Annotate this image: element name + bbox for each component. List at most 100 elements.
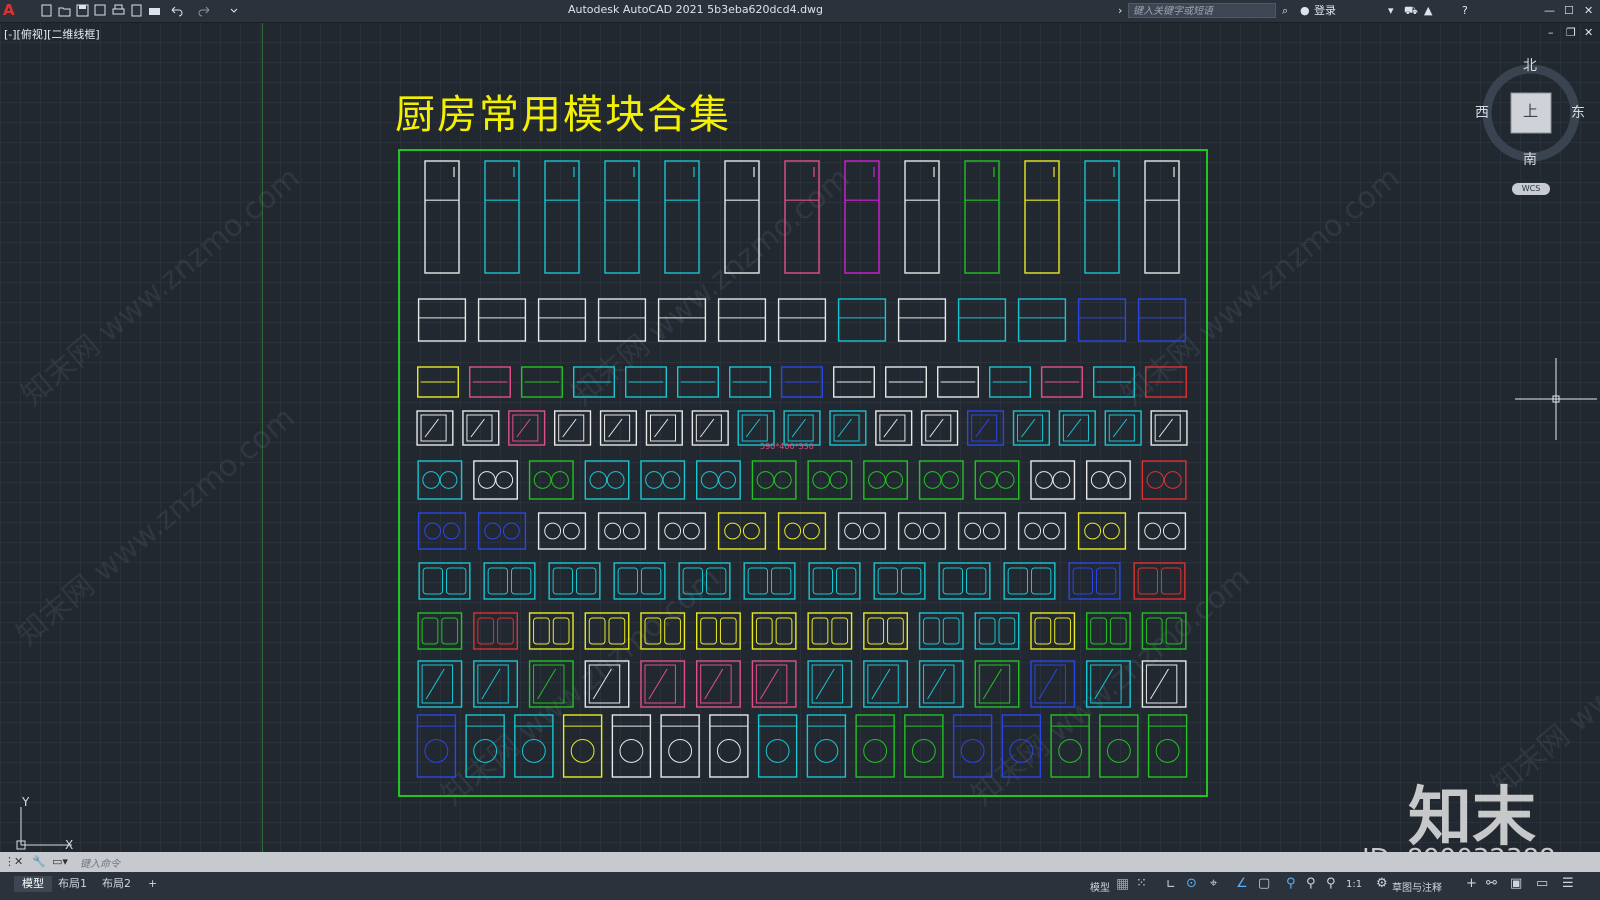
oven-block[interactable]	[696, 660, 741, 708]
range-hood-block[interactable]	[957, 298, 1007, 342]
refrigerator-block[interactable]	[844, 160, 880, 274]
microwave-block[interactable]	[875, 410, 913, 446]
customization-icon[interactable]: ☰	[1562, 876, 1574, 891]
annotation-scale-icon[interactable]: ⚲	[1326, 876, 1336, 891]
sink-2-block[interactable]	[751, 612, 797, 650]
cooktop-2-block[interactable]	[1137, 512, 1187, 550]
sink-block[interactable]	[613, 562, 666, 600]
refrigerator-block[interactable]	[664, 160, 700, 274]
command-line[interactable]: ⋮ ✕ 🔧 ▭▾ 键入命令	[0, 852, 1600, 872]
sink-2-block[interactable]	[1030, 612, 1076, 650]
refrigerator-block[interactable]	[784, 160, 820, 274]
login-button[interactable]: 登录	[1314, 4, 1336, 18]
otrack-icon[interactable]: ∠	[1236, 876, 1248, 891]
appliance-small-block[interactable]	[1145, 366, 1187, 398]
appliance-small-block[interactable]	[937, 366, 979, 398]
washer-block[interactable]	[904, 714, 944, 778]
cooktop-2-block[interactable]	[837, 512, 887, 550]
isolate-icon[interactable]: ⚯	[1486, 876, 1497, 891]
range-hood-block[interactable]	[777, 298, 827, 342]
washer-block[interactable]	[660, 714, 700, 778]
polar-icon[interactable]: ⊙	[1186, 876, 1197, 891]
sink-block[interactable]	[1003, 562, 1056, 600]
wcs-menu[interactable]: WCS	[1512, 183, 1550, 195]
viewport-controls-label[interactable]: [-][俯视][二维线框]	[4, 26, 100, 42]
minimize-icon[interactable]: —	[1544, 4, 1555, 18]
sink-2-block[interactable]	[1141, 612, 1187, 650]
appliance-small-block[interactable]	[573, 366, 615, 398]
appliance-small-block[interactable]	[417, 366, 459, 398]
viewport-minimize-icon[interactable]: –	[1548, 26, 1554, 40]
viewport-restore-icon[interactable]: ❐	[1566, 26, 1576, 40]
range-hood-block[interactable]	[1017, 298, 1067, 342]
washer-block[interactable]	[855, 714, 895, 778]
microwave-block[interactable]	[966, 410, 1005, 446]
cooktop-block[interactable]	[918, 460, 964, 500]
range-hood-block[interactable]	[1077, 298, 1127, 342]
cooktop-block[interactable]	[1030, 460, 1076, 500]
plot-icon[interactable]	[148, 4, 161, 17]
cooktop-2-block[interactable]	[1017, 512, 1067, 550]
command-input[interactable]: 键入命令	[80, 855, 120, 870]
cooktop-2-block[interactable]	[957, 512, 1007, 550]
range-hood-block[interactable]	[717, 298, 767, 342]
lineweight-icon[interactable]: ▢	[1258, 876, 1270, 891]
microwave-block[interactable]	[508, 410, 546, 446]
sink-2-block[interactable]	[417, 612, 463, 650]
cooktop-block[interactable]	[640, 460, 686, 500]
washer-block[interactable]	[806, 714, 847, 778]
recent-commands-icon[interactable]: ▭▾	[52, 855, 68, 868]
oven-block[interactable]	[863, 660, 909, 708]
microwave-block[interactable]	[1104, 410, 1142, 446]
range-hood-block[interactable]	[1137, 298, 1187, 342]
refrigerator-block[interactable]	[1084, 160, 1120, 274]
cooktop-2-block[interactable]	[897, 512, 947, 550]
sink-2-block[interactable]	[696, 612, 741, 650]
sink-block[interactable]	[483, 562, 536, 600]
washer-block[interactable]	[709, 714, 749, 778]
sink-block[interactable]	[548, 562, 601, 600]
appliance-small-block[interactable]	[729, 366, 771, 398]
sink-block[interactable]	[873, 562, 926, 600]
range-hood-block[interactable]	[657, 298, 707, 342]
help-icon[interactable]: ?	[1462, 4, 1468, 18]
snap-icon[interactable]: ⁙	[1136, 876, 1147, 891]
sink-block[interactable]	[418, 562, 471, 600]
oven-block[interactable]	[1086, 660, 1131, 708]
cooktop-2-block[interactable]	[1077, 512, 1127, 550]
oven-block[interactable]	[918, 660, 964, 708]
compass-east[interactable]: 东	[1571, 102, 1585, 122]
microwave-block[interactable]	[645, 410, 683, 446]
sink-block[interactable]	[743, 562, 796, 600]
workspace-gear-icon[interactable]: ⚙	[1376, 876, 1388, 891]
osnap-icon[interactable]: ⌖	[1210, 876, 1217, 891]
appliance-small-block[interactable]	[469, 366, 511, 398]
cooktop-block[interactable]	[974, 460, 1020, 500]
microwave-block[interactable]	[1150, 410, 1188, 446]
oven-block[interactable]	[473, 660, 518, 708]
cart-icon[interactable]: ⛟	[1404, 4, 1418, 18]
microwave-block[interactable]	[1012, 410, 1051, 446]
search-expand-icon[interactable]: ›	[1118, 4, 1122, 18]
add-layout-button[interactable]: +	[140, 876, 165, 892]
washer-block[interactable]	[757, 714, 798, 778]
sink-2-block[interactable]	[807, 612, 853, 650]
ortho-icon[interactable]: ∟	[1166, 877, 1176, 891]
microwave-block[interactable]	[553, 410, 592, 446]
viewport-close-icon[interactable]: ✕	[1584, 26, 1593, 40]
compass-north[interactable]: 北	[1523, 55, 1537, 75]
refrigerator-block[interactable]	[1024, 160, 1060, 274]
save-icon[interactable]	[76, 4, 89, 17]
refrigerator-block[interactable]	[904, 160, 940, 274]
range-hood-block[interactable]	[417, 298, 467, 342]
workspace-dropdown[interactable]: 草图与注释	[1392, 879, 1442, 894]
appliance-small-block[interactable]	[989, 366, 1031, 398]
sink-2-block[interactable]	[473, 612, 518, 650]
cooktop-2-block[interactable]	[537, 512, 587, 550]
appliance-small-block[interactable]	[885, 366, 927, 398]
compass-south[interactable]: 南	[1523, 149, 1537, 169]
washer-block[interactable]	[1147, 714, 1188, 778]
range-hood-block[interactable]	[597, 298, 647, 342]
sink-block[interactable]	[1133, 562, 1186, 600]
washer-block[interactable]	[611, 714, 652, 778]
